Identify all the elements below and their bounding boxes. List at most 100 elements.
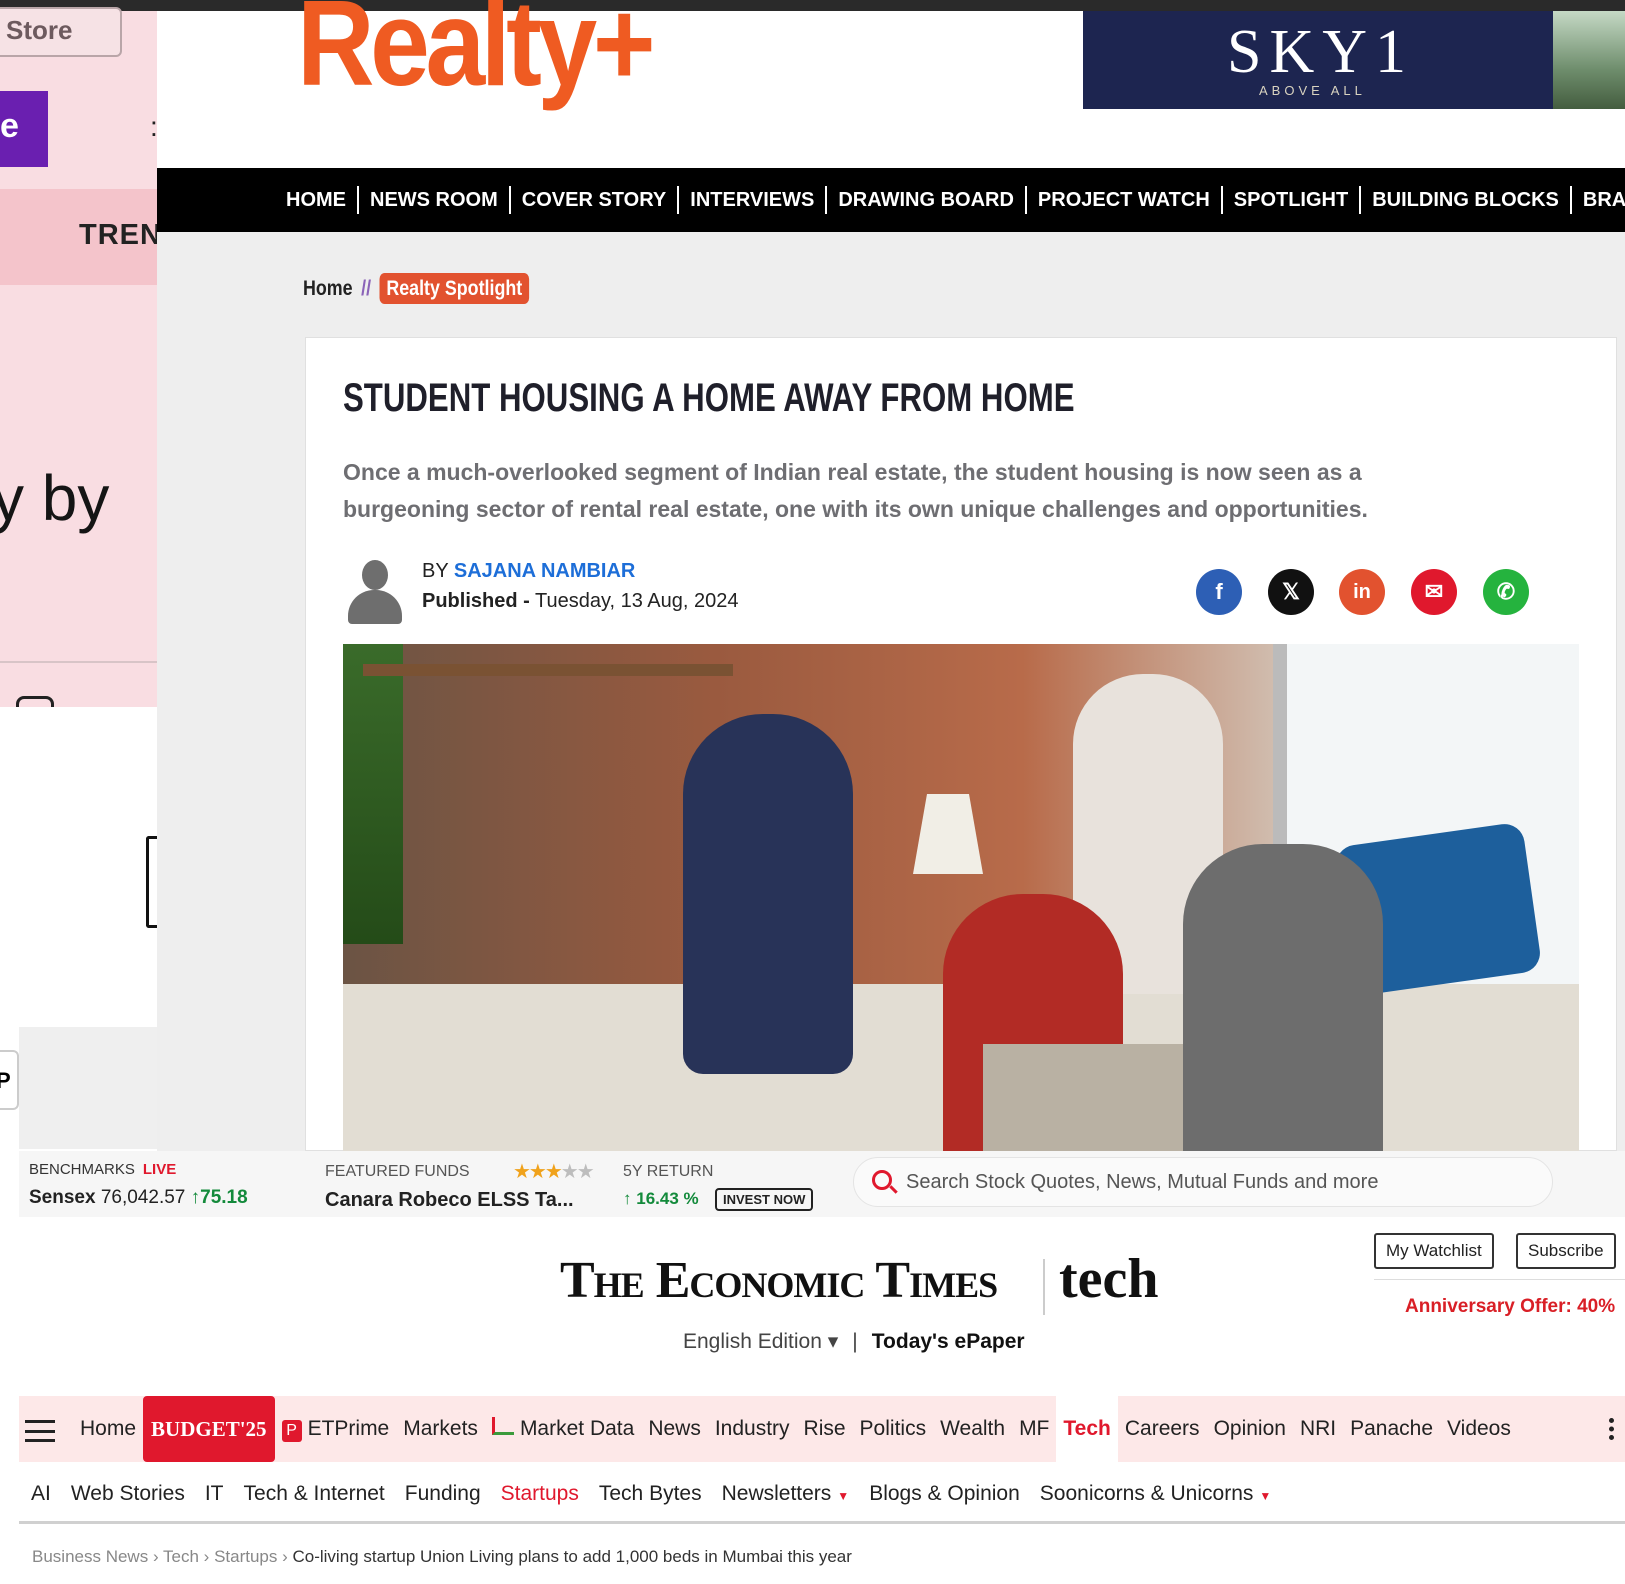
ad-brand: SKY1 xyxy=(1227,18,1415,86)
subnav-tech-bytes[interactable]: Tech Bytes xyxy=(589,1482,712,1506)
nav-news-room[interactable]: NEWS ROOM xyxy=(359,186,511,214)
nav-news[interactable]: News xyxy=(641,1396,708,1462)
crumb-tech[interactable]: Tech xyxy=(163,1547,199,1566)
left-background-page: Store e : TRENI y by xyxy=(0,7,170,741)
sensex-label: Sensex xyxy=(29,1187,96,1208)
realty-logo[interactable]: Realty+ xyxy=(297,0,656,113)
store-button[interactable]: Store xyxy=(0,7,122,57)
subnav-it[interactable]: IT xyxy=(195,1482,234,1506)
nav-market-data[interactable]: Market Data xyxy=(485,1396,641,1462)
subnav-newsletters[interactable]: Newsletters ▼ xyxy=(712,1482,860,1506)
person-grey-shirt xyxy=(1183,844,1383,1152)
published-date: Tuesday, 13 Aug, 2024 xyxy=(535,590,739,612)
nav-rise[interactable]: Rise xyxy=(797,1396,853,1462)
live-badge: LIVE xyxy=(142,1161,177,1178)
caret-down-icon: ▼ xyxy=(837,1489,850,1503)
nav-opinion[interactable]: Opinion xyxy=(1207,1396,1293,1462)
partial-heading: y by xyxy=(0,462,110,534)
breadcrumb-section[interactable]: Realty Spotlight xyxy=(379,273,529,304)
nav-politics[interactable]: Politics xyxy=(853,1396,934,1462)
search-input[interactable]: Search Stock Quotes, News, Mutual Funds … xyxy=(853,1157,1553,1207)
menu-icon[interactable] xyxy=(25,1420,55,1442)
fund-name[interactable]: Canara Robeco ELSS Ta... xyxy=(325,1189,574,1212)
ad-banner[interactable]: SKY1 ABOVE ALL xyxy=(1083,11,1563,109)
nav-wealth[interactable]: Wealth xyxy=(933,1396,1012,1462)
breadcrumb: Home // Realty Spotlight xyxy=(303,273,529,304)
nav-drawing-board[interactable]: DRAWING BOARD xyxy=(827,186,1027,214)
nav-spotlight[interactable]: SPOTLIGHT xyxy=(1223,186,1362,214)
byline: BY SAJANA NAMBIAR xyxy=(422,560,635,583)
epaper-link[interactable]: Today's ePaper xyxy=(872,1330,1025,1353)
nav-brands[interactable]: BRA xyxy=(1572,186,1625,214)
sensex-quote[interactable]: Sensex 76,042.57 ↑75.18 xyxy=(29,1187,248,1209)
et-masthead[interactable]: The Economic Times xyxy=(560,1251,998,1310)
published-label: Published - xyxy=(422,590,530,612)
nav-panache[interactable]: Panache xyxy=(1343,1396,1440,1462)
author-link[interactable]: SAJANA NAMBIAR xyxy=(454,560,635,582)
subnav-tech-internet[interactable]: Tech & Internet xyxy=(234,1482,395,1506)
facebook-icon[interactable]: f xyxy=(1196,569,1242,615)
nav-building-blocks[interactable]: BUILDING BLOCKS xyxy=(1361,186,1572,214)
linkedin-icon[interactable]: in xyxy=(1339,569,1385,615)
sensex-change: 75.18 xyxy=(200,1187,248,1208)
subnav-soonicorns[interactable]: Soonicorns & Unicorns ▼ xyxy=(1030,1482,1282,1506)
article-card: STUDENT HOUSING A HOME AWAY FROM HOME On… xyxy=(305,337,1617,1152)
subnav-web-stories[interactable]: Web Stories xyxy=(61,1482,195,1506)
et-main-nav: Home BUDGET'25 P ETPrime Markets Market D… xyxy=(19,1396,1625,1462)
lamp xyxy=(913,794,983,874)
sensex-value: 76,042.57 xyxy=(100,1187,186,1208)
offer-divider xyxy=(1374,1279,1625,1280)
crumb-startups[interactable]: Startups xyxy=(214,1547,277,1566)
edition-select[interactable]: English Edition ▾ xyxy=(683,1330,838,1353)
subnav-startups[interactable]: Startups xyxy=(491,1482,589,1506)
article-lede: Once a much-overlooked segment of Indian… xyxy=(343,459,1368,522)
ad-tagline: ABOVE ALL xyxy=(1259,83,1366,98)
edge-glyph: P xyxy=(0,1068,11,1093)
return-label: 5Y RETURN xyxy=(623,1163,714,1180)
x-icon[interactable]: 𝕏 xyxy=(1268,569,1314,615)
etprime-icon: P xyxy=(281,1420,302,1442)
nav-project-watch[interactable]: PROJECT WATCH xyxy=(1027,186,1223,214)
nav-cover-story[interactable]: COVER STORY xyxy=(511,186,680,214)
ad-image[interactable] xyxy=(1553,11,1625,109)
published-info: Published - Tuesday, 13 Aug, 2024 xyxy=(422,590,739,613)
et-sub-nav: AI Web Stories IT Tech & Internet Fundin… xyxy=(21,1471,1281,1517)
nav-videos[interactable]: Videos xyxy=(1440,1396,1518,1462)
crumb-current-article: Co-living startup Union Living plans to … xyxy=(292,1547,852,1566)
nav-tech[interactable]: Tech xyxy=(1056,1396,1118,1462)
nav-etprime-label: ETPrime xyxy=(307,1417,390,1440)
return-value-wrap: ↑ 16.43 % xyxy=(623,1189,699,1209)
nav-home[interactable]: Home xyxy=(73,1396,143,1462)
nav-interviews[interactable]: INTERVIEWS xyxy=(679,186,828,214)
mail-icon[interactable]: ✉ xyxy=(1411,569,1457,615)
nav-budget[interactable]: BUDGET'25 xyxy=(143,1396,275,1462)
window-top-bar xyxy=(0,0,1625,11)
person-sitting xyxy=(683,714,853,1074)
invest-now-button[interactable]: INVEST NOW xyxy=(715,1188,814,1211)
watchlist-button[interactable]: My Watchlist xyxy=(1374,1233,1494,1269)
subnav-blogs-opinion[interactable]: Blogs & Opinion xyxy=(859,1482,1030,1506)
hanging-plant xyxy=(343,644,403,944)
crumb-business-news[interactable]: Business News xyxy=(32,1547,148,1566)
more-icon[interactable] xyxy=(1609,1418,1615,1440)
nav-careers[interactable]: Careers xyxy=(1118,1396,1207,1462)
nav-nri[interactable]: NRI xyxy=(1293,1396,1343,1462)
realty-nav: HOME NEWS ROOM COVER STORY INTERVIEWS DRAWIN… xyxy=(157,168,1625,232)
whatsapp-icon[interactable]: ✆ xyxy=(1483,569,1529,615)
nav-home[interactable]: HOME xyxy=(275,186,359,214)
return-value: 16.43 % xyxy=(636,1189,699,1208)
subnav-ai[interactable]: AI xyxy=(21,1482,61,1506)
edge-tab[interactable]: P xyxy=(0,1050,19,1110)
purple-button[interactable]: e xyxy=(0,91,48,167)
nav-etprime[interactable]: P ETPrime xyxy=(275,1396,397,1462)
subnav-funding[interactable]: Funding xyxy=(395,1482,491,1506)
nav-industry[interactable]: Industry xyxy=(708,1396,797,1462)
et-breadcrumb: Business News › Tech › Startups › Co-liv… xyxy=(32,1547,852,1566)
up-arrow-icon: ↑ xyxy=(190,1187,201,1208)
breadcrumb-home[interactable]: Home xyxy=(303,277,353,300)
masthead-section[interactable]: tech xyxy=(1059,1247,1159,1311)
anniversary-offer[interactable]: Anniversary Offer: 40% xyxy=(1405,1296,1615,1318)
subscribe-button[interactable]: Subscribe xyxy=(1516,1233,1616,1269)
nav-mf[interactable]: MF xyxy=(1012,1396,1056,1462)
nav-markets[interactable]: Markets xyxy=(396,1396,485,1462)
